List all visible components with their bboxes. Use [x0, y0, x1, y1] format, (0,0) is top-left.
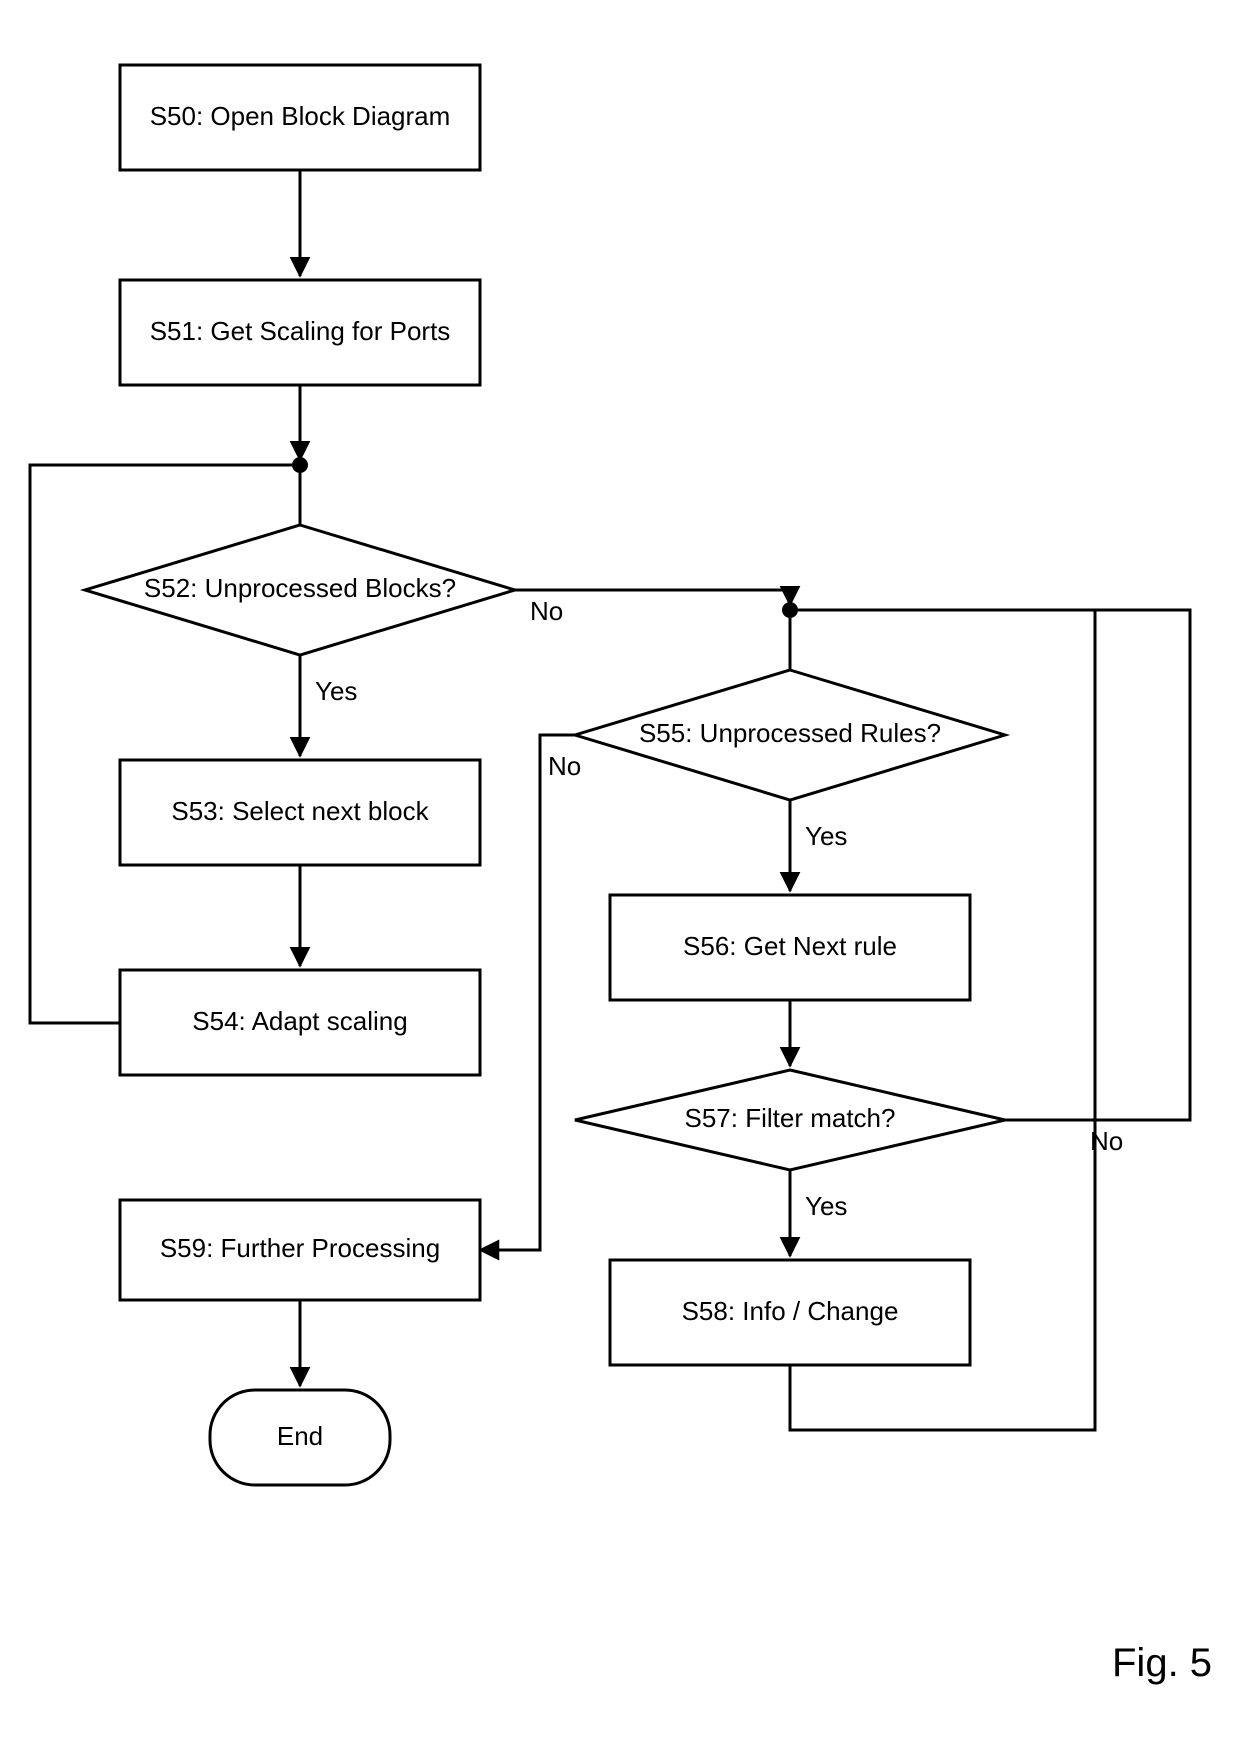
label-s55-no: No [548, 751, 581, 781]
edge-s57-merge2 [798, 610, 1190, 1120]
node-s57-label: S57: Filter match? [685, 1103, 896, 1133]
label-s52-yes: Yes [315, 676, 357, 706]
merge-dot-2 [782, 602, 798, 618]
node-s59-label: S59: Further Processing [160, 1233, 440, 1263]
node-s51-label: S51: Get Scaling for Ports [150, 316, 451, 346]
node-s50-label: S50: Open Block Diagram [150, 101, 451, 131]
node-s56-label: S56: Get Next rule [683, 931, 897, 961]
node-s52-label: S52: Unprocessed Blocks? [144, 573, 456, 603]
node-s54-label: S54: Adapt scaling [192, 1006, 407, 1036]
figure-caption: Fig. 5 [1112, 1641, 1212, 1685]
node-s58-label: S58: Info / Change [682, 1296, 899, 1326]
flowchart-svg: S50: Open Block Diagram S51: Get Scaling… [0, 0, 1240, 1743]
label-s52-no: No [530, 596, 563, 626]
node-s55-label: S55: Unprocessed Rules? [639, 718, 941, 748]
merge-dot-1 [292, 457, 308, 473]
label-s55-yes: Yes [805, 821, 847, 851]
node-s53-label: S53: Select next block [171, 796, 429, 826]
node-end-label: End [277, 1421, 323, 1451]
edge-s55-s59 [480, 735, 575, 1250]
label-s57-yes: Yes [805, 1191, 847, 1221]
